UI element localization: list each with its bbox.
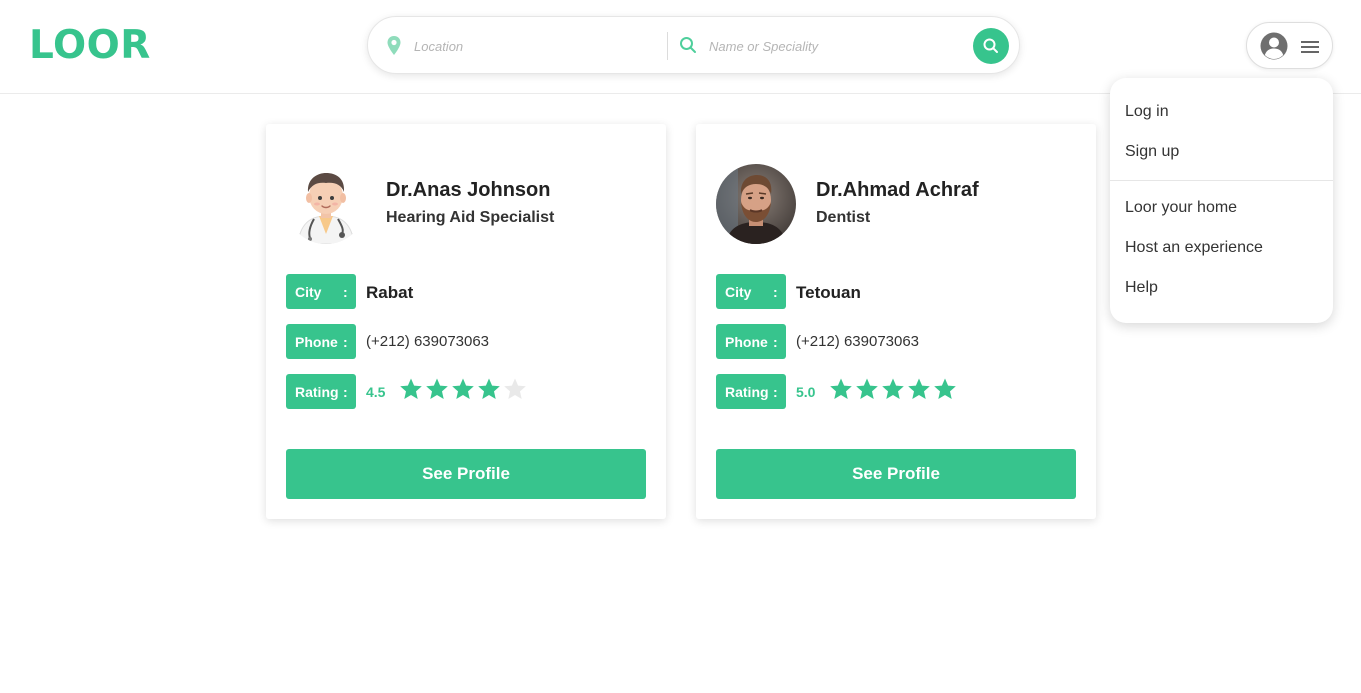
- doctor-speciality: Dentist: [816, 209, 871, 226]
- doctor-avatar: [286, 164, 366, 244]
- star-filled-icon: [478, 378, 500, 399]
- city-label: City: [295, 284, 322, 300]
- city-label-badge: City :: [286, 274, 356, 309]
- see-profile-button[interactable]: See Profile: [286, 449, 646, 499]
- search-icon: [680, 37, 696, 53]
- user-avatar-icon: [1260, 32, 1288, 60]
- label-colon: :: [343, 334, 348, 350]
- rating-label: Rating: [725, 384, 769, 400]
- star-filled-icon: [830, 378, 852, 399]
- star-filled-icon: [908, 378, 930, 399]
- menu-item-loor-your-home[interactable]: Loor your home: [1125, 198, 1237, 218]
- city-label: City: [725, 284, 752, 300]
- star-filled-icon: [934, 378, 956, 399]
- menu-item-sign-up[interactable]: Sign up: [1125, 142, 1179, 162]
- menu-item-log-in[interactable]: Log in: [1125, 102, 1169, 122]
- phone-label: Phone: [725, 334, 768, 350]
- name-speciality-input[interactable]: [709, 36, 959, 56]
- label-colon: :: [773, 384, 778, 400]
- cartoon-doctor-avatar-icon: [286, 164, 366, 244]
- doctor-speciality: Hearing Aid Specialist: [386, 209, 555, 226]
- search-divider: [667, 32, 668, 60]
- star-filled-icon: [882, 378, 904, 399]
- label-colon: :: [343, 284, 348, 300]
- doctor-avatar: [716, 164, 796, 244]
- doctor-card: Dr.Ahmad Achraf Dentist City : Tetouan P…: [696, 124, 1096, 519]
- city-value: Rabat: [366, 283, 414, 302]
- bearded-man-photo-icon: [716, 164, 796, 244]
- label-colon: :: [773, 334, 778, 350]
- city-value: Tetouan: [796, 283, 861, 302]
- rating-label-badge: Rating :: [286, 374, 356, 409]
- location-pin-icon: [387, 36, 401, 55]
- phone-value: (+212) 639073063: [796, 333, 920, 350]
- menu-item-host-experience[interactable]: Host an experience: [1125, 238, 1263, 258]
- star-filled-icon: [400, 378, 422, 399]
- star-empty-icon: [504, 378, 526, 399]
- rating-value: 4.5: [366, 384, 386, 400]
- doctor-card: Dr.Anas Johnson Hearing Aid Specialist C…: [266, 124, 666, 519]
- location-input[interactable]: [414, 36, 664, 56]
- phone-value: (+212) 639073063: [366, 333, 490, 350]
- label-colon: :: [773, 284, 778, 300]
- rating-value: 5.0: [796, 384, 816, 400]
- star-filled-icon: [856, 378, 878, 399]
- see-profile-button[interactable]: See Profile: [716, 449, 1076, 499]
- city-label-badge: City :: [716, 274, 786, 309]
- phone-label-badge: Phone :: [716, 324, 786, 359]
- star-filled-icon: [452, 378, 474, 399]
- search-submit-button[interactable]: [973, 28, 1009, 64]
- user-menu-button[interactable]: [1246, 22, 1333, 69]
- menu-divider: [1110, 180, 1333, 181]
- logo[interactable]: LOOR: [29, 24, 151, 68]
- doctor-name: Dr.Ahmad Achraf: [816, 179, 979, 201]
- menu-item-help[interactable]: Help: [1125, 278, 1158, 298]
- label-colon: :: [343, 384, 348, 400]
- doctor-name: Dr.Anas Johnson: [386, 179, 551, 201]
- user-dropdown-menu: Log in Sign up Loor your home Host an ex…: [1110, 78, 1333, 323]
- phone-label: Phone: [295, 334, 338, 350]
- rating-label-badge: Rating :: [716, 374, 786, 409]
- phone-label-badge: Phone :: [286, 324, 356, 359]
- search-bar: [367, 16, 1020, 74]
- star-filled-icon: [426, 378, 448, 399]
- search-icon: [983, 38, 998, 53]
- rating-label: Rating: [295, 384, 339, 400]
- hamburger-menu-icon: [1301, 41, 1319, 53]
